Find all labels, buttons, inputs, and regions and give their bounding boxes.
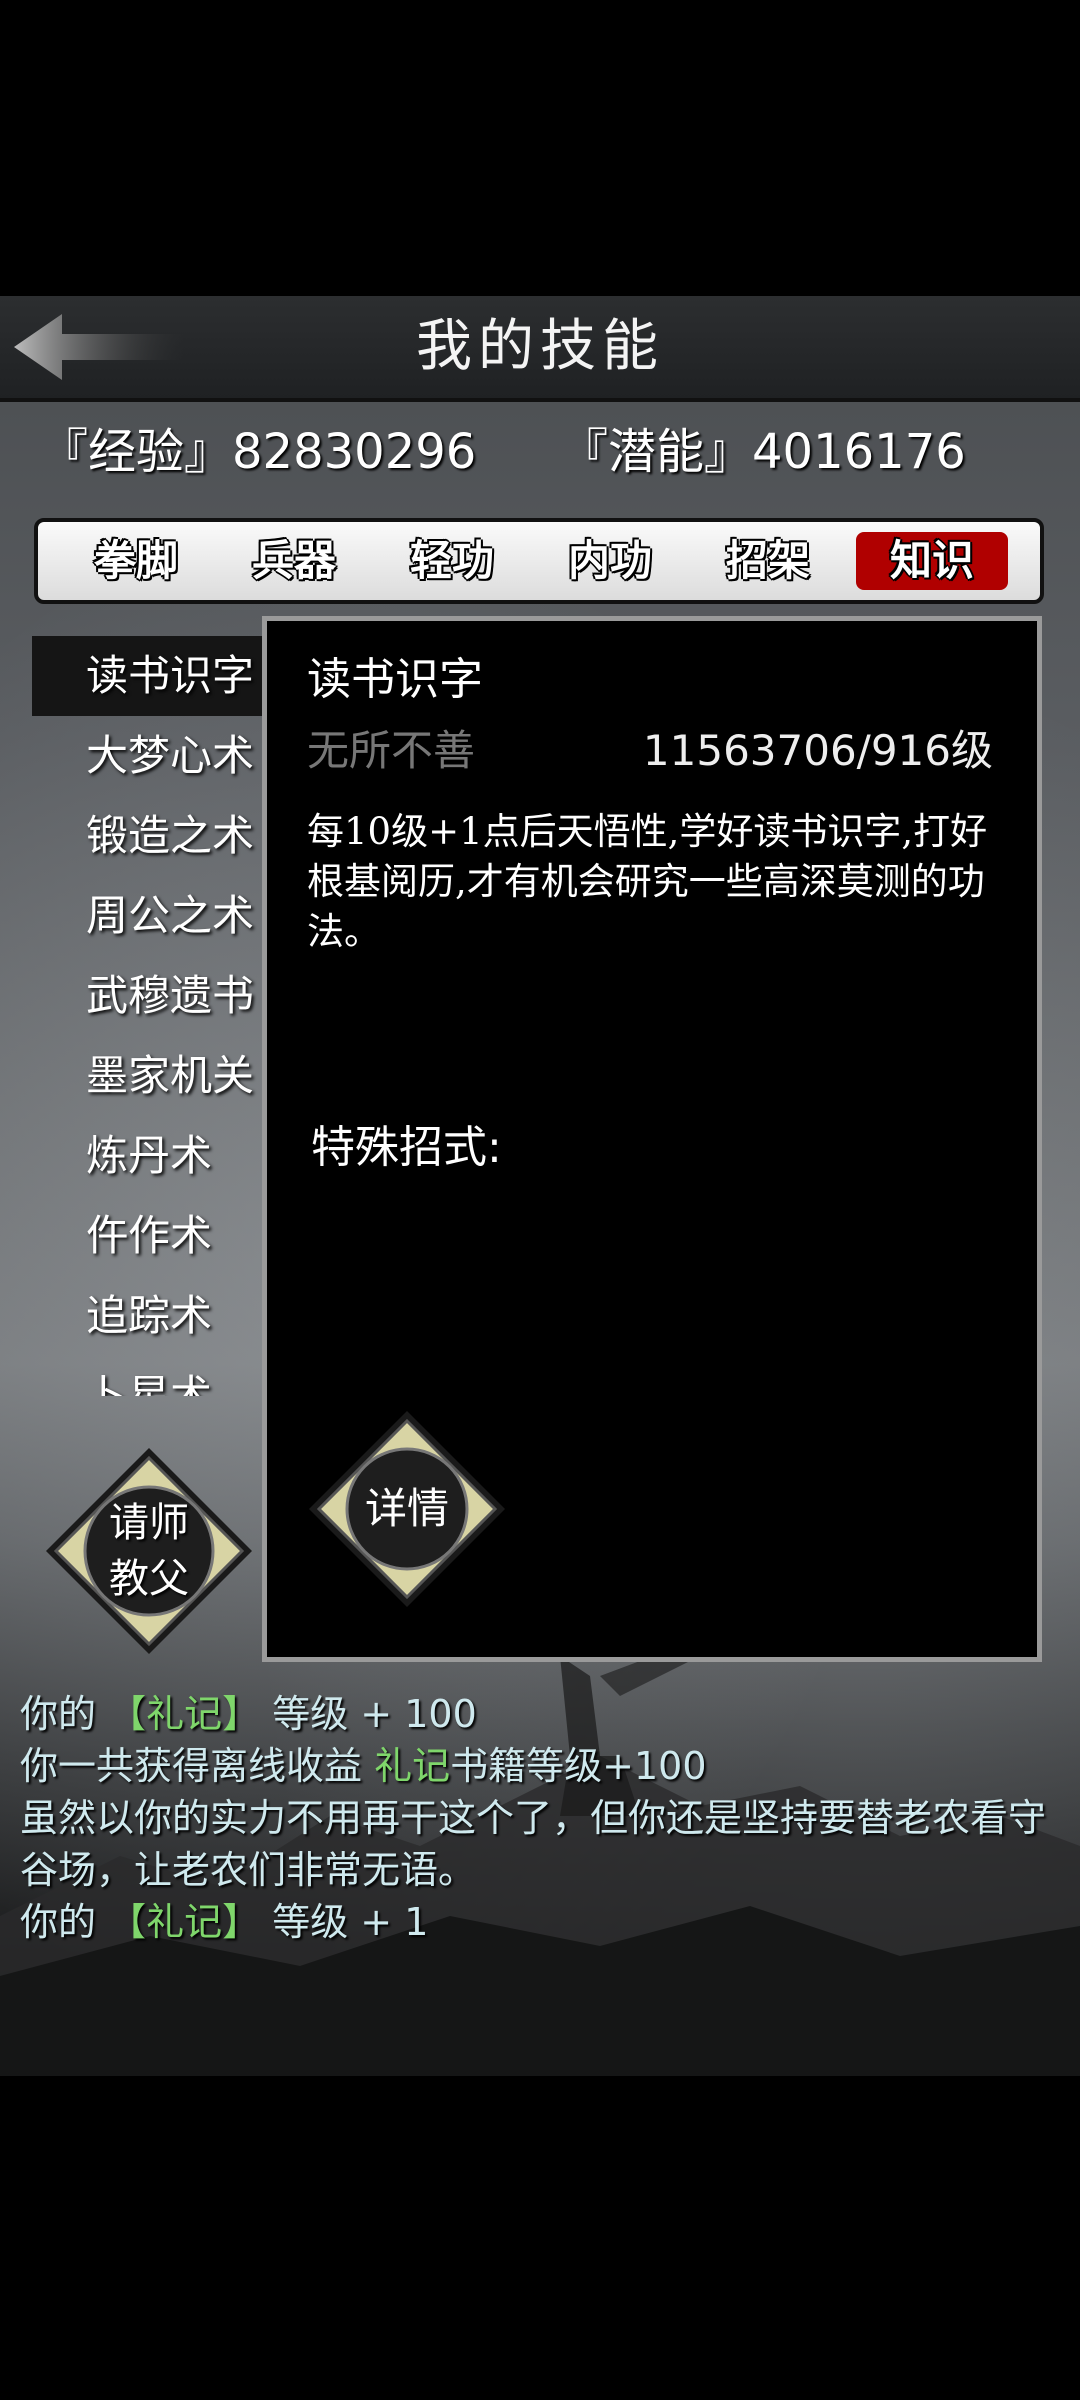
skill-name: 读书识字	[307, 654, 483, 705]
game-area: 我的技能 『经验』82830296 『潜能』4016176 拳脚 兵器 轻功 内…	[0, 296, 1080, 2076]
skill-list: 读书识字 大梦心术 锻造之术 周公之术 武穆遗书 墨家机关 炼丹术 仵作术 追踪…	[32, 636, 282, 1396]
skill-list-item[interactable]: 炼丹术	[32, 1116, 282, 1196]
log-entry: 你一共获得离线收益 礼记书籍等级+100	[20, 1740, 1070, 1792]
log-text: 你一共获得离线收益	[20, 1744, 363, 1788]
skill-rank: 无所不善	[307, 726, 476, 775]
potential-stat: 『潜能』4016176	[560, 424, 966, 480]
log-entry: 你的 【礼记】 等级 + 1	[20, 1896, 1070, 1948]
log-text: 等级 + 1	[272, 1900, 429, 1944]
log-entry: 你的 【礼记】 等级 + 100	[20, 1688, 1070, 1740]
log-text: 你的	[20, 1900, 97, 1944]
skill-list-item[interactable]: 墨家机关	[32, 1036, 282, 1116]
special-moves-heading: 特殊招式:	[311, 1122, 502, 1173]
stats-row: 『经验』82830296 『潜能』4016176	[40, 412, 1040, 482]
find-teacher-button[interactable]: 请师 教父	[44, 1446, 254, 1656]
skill-list-item[interactable]: 大梦心术	[32, 716, 282, 796]
tab-qinggong[interactable]: 轻功	[376, 532, 528, 590]
log-item-highlight: 礼记	[374, 1744, 451, 1788]
skill-list-item[interactable]: 追踪术	[32, 1276, 282, 1356]
skill-level: 11563706/916级	[642, 726, 993, 775]
tab-quanjiao[interactable]: 拳脚	[60, 532, 212, 590]
skill-list-item[interactable]: 读书识字	[32, 636, 282, 716]
skill-category-tabs: 拳脚 兵器 轻功 内功 招架 知识	[34, 518, 1044, 604]
message-log: 你的 【礼记】 等级 + 100 你一共获得离线收益 礼记书籍等级+100 虽然…	[20, 1688, 1070, 1948]
skill-detail-panel: 读书识字 无所不善 11563706/916级 每10级+1点后天悟性,学好读书…	[262, 616, 1042, 1662]
log-text: 等级 + 100	[272, 1692, 477, 1736]
find-teacher-label: 请师 教父	[109, 1500, 189, 1602]
tab-zhishi[interactable]: 知识	[856, 532, 1008, 590]
tab-zhaojia[interactable]: 招架	[692, 532, 844, 590]
tab-neigong[interactable]: 内功	[534, 532, 686, 590]
skill-list-item[interactable]: 锻造之术	[32, 796, 282, 876]
details-button[interactable]: 详情	[307, 1409, 507, 1609]
details-label: 详情	[364, 1484, 449, 1533]
log-text: 你的	[20, 1692, 97, 1736]
top-bar: 我的技能	[0, 296, 1080, 402]
log-text: 书籍等级+100	[450, 1744, 707, 1788]
skill-description: 每10级+1点后天悟性,学好读书识字,打好根基阅历,才有机会研究一些高深莫测的功…	[307, 810, 988, 953]
page-title: 我的技能	[416, 314, 664, 379]
skill-list-item[interactable]: 武穆遗书	[32, 956, 282, 1036]
log-item-highlight: 【礼记】	[108, 1900, 261, 1944]
skill-list-item[interactable]: 周公之术	[32, 876, 282, 956]
skill-list-item[interactable]: 仵作术	[32, 1196, 282, 1276]
log-entry: 虽然以你的实力不用再干这个了，但你还是坚持要替老农看守谷场，让老农们非常无语。	[20, 1796, 1047, 1892]
log-item-highlight: 【礼记】	[108, 1692, 261, 1736]
tab-bingqi[interactable]: 兵器	[218, 532, 370, 590]
experience-stat: 『经验』82830296	[40, 424, 477, 480]
skill-list-item[interactable]: 卜星术	[32, 1356, 282, 1396]
